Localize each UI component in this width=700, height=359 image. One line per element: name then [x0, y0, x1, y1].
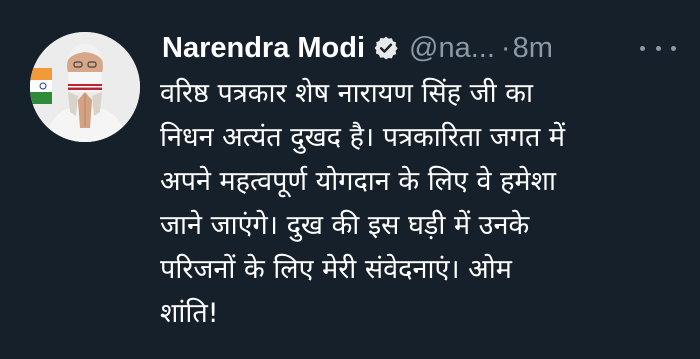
- tweet-text-line: जाने जाएंगे। दुख की इस घड़ी में उनके: [160, 210, 530, 241]
- avatar-image: [30, 32, 140, 142]
- tweet-text: वरिष्ठ पत्रकार शेष नारायण सिंह जी का निध…: [160, 72, 660, 336]
- tweet-text-line: शांति!: [160, 298, 219, 329]
- tweet-timestamp[interactable]: 8m: [513, 32, 553, 65]
- tweet[interactable]: Narendra Modi @na... · 8m वरिष्ठ पत्रकार…: [0, 0, 700, 359]
- more-options-icon[interactable]: [640, 40, 676, 56]
- header-separator: ·: [500, 31, 511, 64]
- tweet-text-line: परिजनों के लिए मेरी संवेदनाएं। ओम: [160, 254, 512, 285]
- tweet-text-line: अपने महत्वपूर्ण योगदान के लिए वे हमेशा: [160, 166, 556, 197]
- verified-badge-icon: [373, 35, 399, 61]
- tweet-text-line: वरिष्ठ पत्रकार शेष नारायण सिंह जी का: [160, 78, 533, 109]
- author-handle[interactable]: @na...: [409, 32, 495, 65]
- tweet-header: Narendra Modi @na... · 8m: [162, 28, 553, 68]
- author-name[interactable]: Narendra Modi: [162, 32, 365, 65]
- tweet-text-line: निधन अत्यंत दुखद है। पत्रकारिता जगत में: [160, 122, 566, 153]
- avatar[interactable]: [30, 32, 140, 142]
